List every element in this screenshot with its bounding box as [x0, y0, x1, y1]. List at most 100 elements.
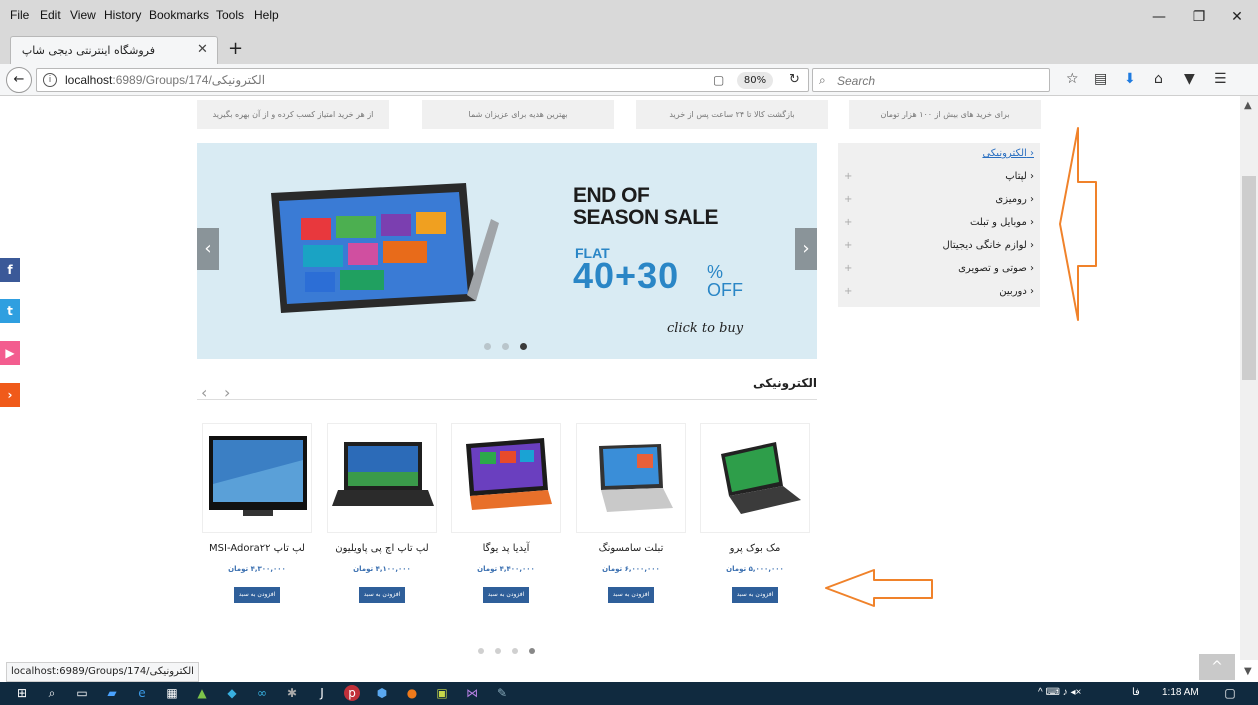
menu-file[interactable]: File: [10, 8, 29, 22]
menu-help[interactable]: Help: [254, 8, 279, 22]
promo-cta[interactable]: click to buy: [667, 321, 743, 336]
tab-close-icon[interactable]: ✕: [197, 42, 208, 57]
pager-dot-1[interactable]: [478, 648, 484, 654]
task-view-icon[interactable]: ▭: [74, 685, 90, 701]
firefox-icon[interactable]: ●: [404, 685, 420, 701]
product-name[interactable]: لپ تاپ اچ پی پاویلیون: [315, 543, 449, 554]
app-icon[interactable]: ⬢: [374, 685, 390, 701]
slider-next-button[interactable]: ›: [795, 228, 817, 270]
product-card[interactable]: لپ تاپ اچ پی پاویلیون ۴,۱۰۰,۰۰۰ تومان اف…: [327, 423, 437, 603]
menu-bookmarks[interactable]: Bookmarks: [149, 8, 209, 22]
promo-slider[interactable]: END OF SEASON SALE FLAT 40+30 % OFF clic…: [197, 143, 817, 359]
app-icon[interactable]: ✎: [494, 685, 510, 701]
tray-icons[interactable]: ^ ⌨ ♪ ◂×: [1038, 687, 1081, 698]
slider-dot-3[interactable]: [520, 343, 527, 350]
add-to-cart-button[interactable]: افزودن به سبد: [483, 587, 529, 603]
visual-studio-icon[interactable]: ⋈: [464, 685, 480, 701]
scroll-down-arrow-icon[interactable]: ▼: [1244, 666, 1252, 677]
reader-view-icon[interactable]: ▢: [713, 73, 724, 87]
category-item-home-digital[interactable]: ‹ لوازم خانگی دیجیتال: [943, 240, 1034, 251]
category-item-electronics[interactable]: ‹ الکترونیکی: [982, 148, 1034, 159]
product-image[interactable]: [327, 423, 437, 533]
category-item-laptop[interactable]: ‹ لپتاپ: [1005, 171, 1034, 182]
search-taskbar-icon[interactable]: ⌕: [44, 685, 60, 701]
notifications-icon[interactable]: ▢: [1222, 685, 1238, 701]
pager-dot-3[interactable]: [512, 648, 518, 654]
search-bar[interactable]: ⌕ Search: [812, 68, 1050, 92]
url-bar[interactable]: i localhost:6989/Groups/174/الکترونیکی ▢…: [36, 68, 809, 92]
zoom-level[interactable]: 80%: [737, 72, 773, 89]
carousel-next-button[interactable]: ›: [224, 383, 230, 402]
expand-icon[interactable]: +: [844, 171, 852, 182]
menu-view[interactable]: View: [70, 8, 96, 22]
category-item-mobile[interactable]: ‹ موبایل و تبلت: [970, 217, 1034, 228]
product-card[interactable]: مک بوک پرو ۵,۰۰۰,۰۰۰ تومان افزودن به سبد: [700, 423, 810, 603]
reload-icon[interactable]: ↻: [789, 72, 800, 87]
product-name[interactable]: مک بوک پرو: [688, 543, 822, 554]
new-tab-button[interactable]: +: [228, 38, 243, 59]
app-j-icon[interactable]: J: [314, 685, 330, 701]
product-image[interactable]: [700, 423, 810, 533]
facebook-button[interactable]: f: [0, 258, 20, 282]
product-name[interactable]: تبلت سامسونگ: [564, 543, 698, 554]
calculator-icon[interactable]: ▦: [164, 685, 180, 701]
expand-icon[interactable]: +: [844, 217, 852, 228]
scroll-to-top-button[interactable]: ^: [1199, 654, 1235, 680]
carousel-prev-button[interactable]: ‹: [201, 383, 207, 402]
slider-prev-button[interactable]: ‹: [197, 228, 219, 270]
menu-hamburger-icon[interactable]: ☰: [1214, 71, 1227, 87]
product-image[interactable]: [202, 423, 312, 533]
android-studio-icon[interactable]: ▲: [194, 685, 210, 701]
menu-history[interactable]: History: [104, 8, 141, 22]
menu-tools[interactable]: Tools: [216, 8, 244, 22]
add-to-cart-button[interactable]: افزودن به سبد: [234, 587, 280, 603]
language-indicator[interactable]: فا: [1132, 687, 1140, 698]
app-icon[interactable]: ▣: [434, 685, 450, 701]
bookmark-star-icon[interactable]: ☆: [1066, 71, 1079, 87]
category-item-desktop[interactable]: ‹ رومیزی: [995, 194, 1034, 205]
info-icon[interactable]: i: [43, 73, 57, 87]
product-card[interactable]: آیدیا پد یوگا ۴,۴۰۰,۰۰۰ تومان افزودن به …: [451, 423, 561, 603]
edge-browser-icon[interactable]: e: [134, 685, 150, 701]
menu-edit[interactable]: Edit: [40, 8, 61, 22]
add-to-cart-button[interactable]: افزودن به سبد: [732, 587, 778, 603]
add-to-cart-button[interactable]: افزودن به سبد: [359, 587, 405, 603]
youtube-button[interactable]: ▶: [0, 341, 20, 365]
category-item-camera[interactable]: ‹ دوربین: [999, 286, 1034, 297]
product-image[interactable]: [576, 423, 686, 533]
app-icon[interactable]: ◆: [224, 685, 240, 701]
product-card[interactable]: لپ تاپ MSI-Adora۲۲ ۴,۳۰۰,۰۰۰ تومان افزود…: [202, 423, 312, 603]
scroll-up-arrow-icon[interactable]: ▲: [1244, 100, 1252, 111]
tab-active[interactable]: فروشگاه اینترنتی دیجی شاپ ✕: [10, 36, 218, 64]
expand-icon[interactable]: +: [844, 263, 852, 274]
bookmarks-list-icon[interactable]: ▤: [1094, 71, 1107, 87]
slider-dot-2[interactable]: [502, 343, 509, 350]
search-input[interactable]: Search: [837, 74, 875, 88]
category-item-audio-video[interactable]: ‹ صوتی و تصویری: [958, 263, 1034, 274]
expand-icon[interactable]: +: [844, 194, 852, 205]
expand-icon[interactable]: +: [844, 240, 852, 251]
close-window-button[interactable]: ✕: [1214, 6, 1258, 28]
back-button[interactable]: ←: [6, 67, 32, 93]
scrollbar-thumb[interactable]: [1242, 176, 1256, 380]
add-to-cart-button[interactable]: افزودن به سبد: [608, 587, 654, 603]
app-p-icon[interactable]: p: [344, 685, 360, 701]
pager-dot-2[interactable]: [495, 648, 501, 654]
product-name[interactable]: آیدیا پد یوگا: [439, 543, 573, 554]
product-image[interactable]: [451, 423, 561, 533]
expand-icon[interactable]: +: [844, 286, 852, 297]
product-card[interactable]: تبلت سامسونگ ۶,۰۰۰,۰۰۰ تومان افزودن به س…: [576, 423, 686, 603]
slider-dot-1[interactable]: [484, 343, 491, 350]
arduino-icon[interactable]: ∞: [254, 685, 270, 701]
product-name[interactable]: لپ تاپ MSI-Adora۲۲: [190, 543, 324, 554]
pager-dot-4[interactable]: [529, 648, 535, 654]
share-toggle-button[interactable]: ›: [0, 383, 20, 407]
app-icon[interactable]: ✱: [284, 685, 300, 701]
twitter-button[interactable]: t: [0, 299, 20, 323]
file-explorer-icon[interactable]: ▰: [104, 685, 120, 701]
downloads-icon[interactable]: ⬇: [1124, 71, 1136, 87]
clock[interactable]: 1:18 AM: [1162, 687, 1199, 698]
start-windows-icon[interactable]: ⊞: [14, 685, 30, 701]
pocket-icon[interactable]: ▼: [1184, 71, 1195, 87]
home-icon[interactable]: ⌂: [1154, 71, 1163, 87]
